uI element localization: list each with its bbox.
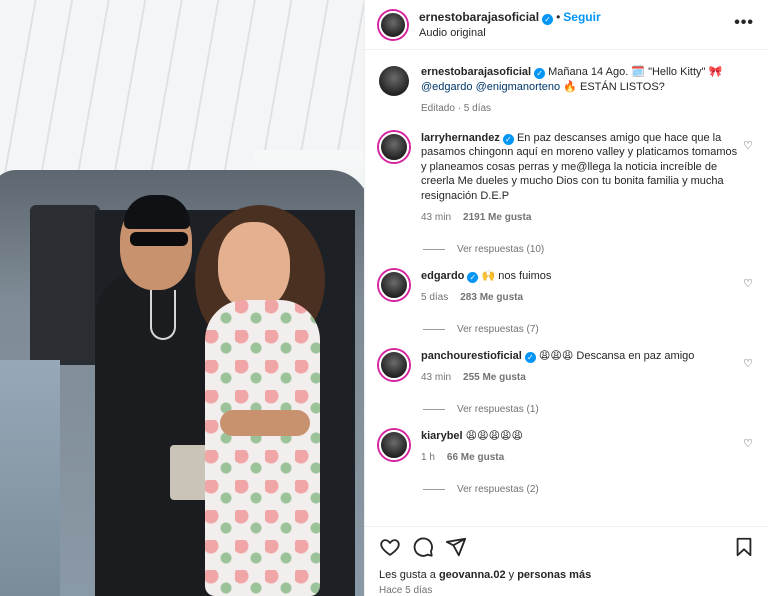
heart-icon[interactable]: ♡: [743, 139, 753, 152]
mention-enigmanorteno[interactable]: @enigmanorteno: [476, 81, 561, 93]
commenter-avatar[interactable]: [379, 269, 409, 300]
car-window: [30, 205, 100, 365]
post-header: ernestobarajasoficial ✓ • Seguir Audio orig…: [365, 0, 768, 50]
comment-text: 😩😩😩😩😩: [465, 429, 523, 442]
commenter-username[interactable]: kiarybel: [421, 430, 463, 442]
verified-badge-icon: ✓: [502, 133, 514, 145]
likes-and: y: [508, 569, 515, 581]
author-info: ernestobarajasoficial ✓ • Seguir Audio orig…: [419, 9, 601, 41]
view-replies-button[interactable]: Ver respuestas (10): [423, 244, 755, 255]
view-replies-button[interactable]: Ver respuestas (1): [423, 404, 755, 415]
verified-badge-icon: ✓: [534, 68, 546, 79]
heart-icon[interactable]: ♡: [743, 277, 753, 290]
comment-body: edgardo ✓ 🙌 nos fuimos 5 días 283 Me gusta: [421, 269, 745, 306]
share-icon[interactable]: [445, 536, 467, 558]
comment-likes[interactable]: 283 Me gusta: [460, 292, 523, 303]
view-replies-label: Ver respuestas (2): [457, 483, 539, 495]
view-replies-label: Ver respuestas (1): [457, 403, 539, 415]
heart-icon[interactable]: ♡: [743, 437, 753, 450]
more-options-icon[interactable]: •••: [734, 14, 754, 32]
commenter-avatar[interactable]: [379, 429, 409, 460]
bookmark-icon[interactable]: [733, 536, 755, 558]
heart-icon[interactable]: [379, 536, 401, 558]
commenter-avatar[interactable]: [379, 349, 409, 380]
comment-item: edgardo ✓ 🙌 nos fuimos 5 días 283 Me gusta…: [379, 269, 755, 306]
verified-badge-icon: ✓: [524, 351, 536, 363]
calendar-icon: 🗓️: [631, 66, 646, 78]
caption-username[interactable]: ernestobarajasoficial: [421, 66, 531, 78]
post-side-panel: ernestobarajasoficial ✓ • Seguir Audio orig…: [364, 0, 768, 596]
post-actions: Les gusta a geovanna.02 y personas más H…: [365, 526, 768, 596]
replies-line: [423, 328, 445, 330]
commenter-username[interactable]: larryhernandez: [421, 132, 500, 144]
comment-meta: 5 días 283 Me gusta: [421, 291, 745, 306]
verified-badge-icon: ✓: [542, 13, 554, 25]
comment-text: 😩😩😩 Descansa en paz amigo: [538, 349, 695, 362]
comment-meta: 43 min 255 Me gusta: [421, 371, 745, 386]
post-time[interactable]: Hace 5 días: [379, 585, 755, 596]
comments-list[interactable]: ernestobarajasoficial ✓ Mañana 14 Ago. 🗓️…: [365, 51, 768, 526]
commenter-avatar[interactable]: [379, 131, 409, 162]
commenter-username[interactable]: edgardo: [421, 270, 464, 282]
comment-likes[interactable]: 2191 Me gusta: [463, 212, 531, 223]
comment-item: larryhernandez ✓ En paz descanses amigo q…: [379, 131, 755, 226]
comment-item: panchourestioficial ✓ 😩😩😩 Descansa en paz…: [379, 349, 755, 386]
caption-text-3: ESTÁN LISTOS?: [580, 80, 665, 93]
bow-icon: 🎀: [708, 66, 723, 78]
view-replies-button[interactable]: Ver respuestas (2): [423, 484, 755, 495]
audio-label[interactable]: Audio original: [419, 25, 601, 41]
caption-edited: Editado · 5 días: [421, 103, 492, 114]
comment-text: 🙌 nos fuimos: [481, 269, 552, 282]
likes-summary: Les gusta a geovanna.02 y personas más: [379, 569, 755, 581]
view-replies-label: Ver respuestas (7): [457, 323, 539, 335]
heart-icon[interactable]: ♡: [743, 357, 753, 370]
man-chain: [150, 290, 176, 340]
view-replies-label: Ver respuestas (10): [457, 243, 545, 255]
comment-meta: 1 h 66 Me gusta: [421, 451, 745, 466]
comment-likes[interactable]: 66 Me gusta: [447, 452, 504, 463]
replies-line: [423, 408, 445, 410]
girl-head: [218, 222, 290, 310]
separator-dot: •: [556, 9, 561, 24]
author-avatar[interactable]: [379, 10, 407, 39]
man-arm: [220, 410, 310, 436]
comment-time[interactable]: 5 días: [421, 292, 448, 303]
author-username[interactable]: ernestobarajasoficial: [419, 10, 539, 24]
post-photo[interactable]: [0, 0, 364, 596]
comment-time[interactable]: 1 h: [421, 452, 435, 463]
caption-text-2: "Hello Kitty": [648, 66, 706, 78]
likes-prefix: Les gusta a: [379, 569, 436, 581]
replies-line: [423, 488, 445, 490]
comment-time[interactable]: 43 min: [421, 372, 451, 383]
follow-button[interactable]: Seguir: [563, 10, 600, 24]
commenter-username[interactable]: panchourestioficial: [421, 350, 522, 362]
view-replies-button[interactable]: Ver respuestas (7): [423, 324, 755, 335]
comment-body: panchourestioficial ✓ 😩😩😩 Descansa en paz…: [421, 349, 745, 386]
comment-time[interactable]: 43 min: [421, 212, 451, 223]
author-avatar[interactable]: [379, 66, 409, 96]
post-caption: ernestobarajasoficial ✓ Mañana 14 Ago. 🗓️…: [379, 65, 755, 117]
car-door: [0, 360, 60, 596]
man-sunglasses: [130, 232, 188, 246]
comment-icon[interactable]: [412, 536, 434, 558]
girl-figure: [205, 300, 320, 596]
mention-edgardo[interactable]: @edgardo: [421, 81, 473, 93]
comment-meta: 43 min 2191 Me gusta: [421, 211, 745, 226]
action-icons: [379, 535, 755, 559]
liker-username[interactable]: geovanna.02: [439, 569, 506, 581]
fire-icon: 🔥: [563, 80, 577, 93]
man-bag: [170, 445, 208, 500]
likes-more[interactable]: personas más: [517, 569, 591, 581]
caption-body: ernestobarajasoficial ✓ Mañana 14 Ago. 🗓️…: [421, 65, 745, 117]
verified-badge-icon: ✓: [467, 271, 479, 283]
replies-line: [423, 248, 445, 250]
comment-item: kiarybel 😩😩😩😩😩 1 h 66 Me gusta ♡: [379, 429, 755, 466]
comment-body: kiarybel 😩😩😩😩😩 1 h 66 Me gusta: [421, 429, 745, 466]
comment-likes[interactable]: 255 Me gusta: [463, 372, 526, 383]
caption-text-1: Mañana 14 Ago.: [548, 66, 629, 78]
comment-body: larryhernandez ✓ En paz descanses amigo q…: [421, 131, 745, 226]
